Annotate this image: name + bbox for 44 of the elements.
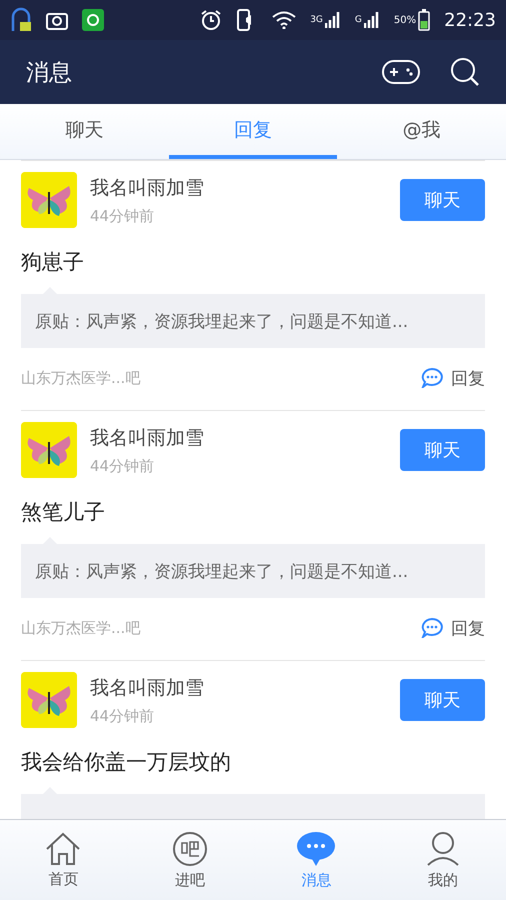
reply-button[interactable]: 回复	[421, 616, 485, 640]
comment-icon	[421, 618, 443, 638]
signal-bars-icon	[364, 12, 380, 28]
timestamp: 44分钟前	[90, 206, 154, 226]
search-icon[interactable]	[450, 57, 480, 87]
username[interactable]: 我名叫雨加雪	[90, 674, 204, 700]
circle-icon	[172, 830, 208, 866]
signal-bars-icon	[324, 12, 341, 28]
reply-text: 狗崽子	[21, 249, 84, 276]
app-icon	[82, 9, 104, 31]
username[interactable]: 我名叫雨加雪	[90, 174, 204, 200]
timestamp: 44分钟前	[90, 456, 154, 476]
reply-button[interactable]: 回复	[421, 366, 485, 390]
page-title: 消息	[26, 58, 73, 88]
wifi-icon	[272, 11, 296, 29]
tab[interactable]: @我	[337, 104, 506, 159]
camera-icon	[46, 10, 68, 30]
battery-percent: 50%	[394, 14, 416, 26]
chat-button[interactable]: 聊天	[400, 679, 485, 721]
battery-icon	[418, 9, 430, 31]
quoted-post[interactable]: 原贴：风声紧，资源我埋起来了，问题是不知道...	[21, 287, 485, 348]
comment-icon	[421, 368, 443, 388]
gamepad-icon[interactable]	[382, 58, 420, 86]
chat-button[interactable]: 聊天	[400, 179, 485, 221]
nav-tab[interactable]: 进吧	[126, 820, 253, 900]
butterfly-avatar[interactable]	[21, 672, 77, 728]
clock-time: 22:23	[444, 10, 496, 30]
nav-tab[interactable]: 我的	[380, 820, 506, 900]
timestamp: 44分钟前	[90, 706, 154, 726]
person-icon	[426, 830, 460, 866]
butterfly-avatar[interactable]	[21, 172, 77, 228]
butterfly-avatar[interactable]	[21, 422, 77, 478]
quoted-post[interactable]: 原贴：风声紧，资源我埋起来了，问题是不知道...	[21, 537, 485, 598]
chat-bubble-icon	[296, 830, 336, 866]
nav-tab[interactable]: 首页	[0, 820, 126, 900]
chat-button[interactable]: 聊天	[400, 429, 485, 471]
reply-text: 煞笔儿子	[21, 499, 105, 526]
network-type-label: 3G	[310, 15, 323, 25]
tab[interactable]: 聊天	[0, 104, 169, 159]
alarm-clock-icon	[200, 9, 222, 31]
network-type-label: G	[354, 15, 362, 25]
reply-text: 我会给你盖一万层坟的	[21, 749, 231, 776]
username[interactable]: 我名叫雨加雪	[90, 424, 204, 450]
home-icon	[45, 832, 82, 866]
